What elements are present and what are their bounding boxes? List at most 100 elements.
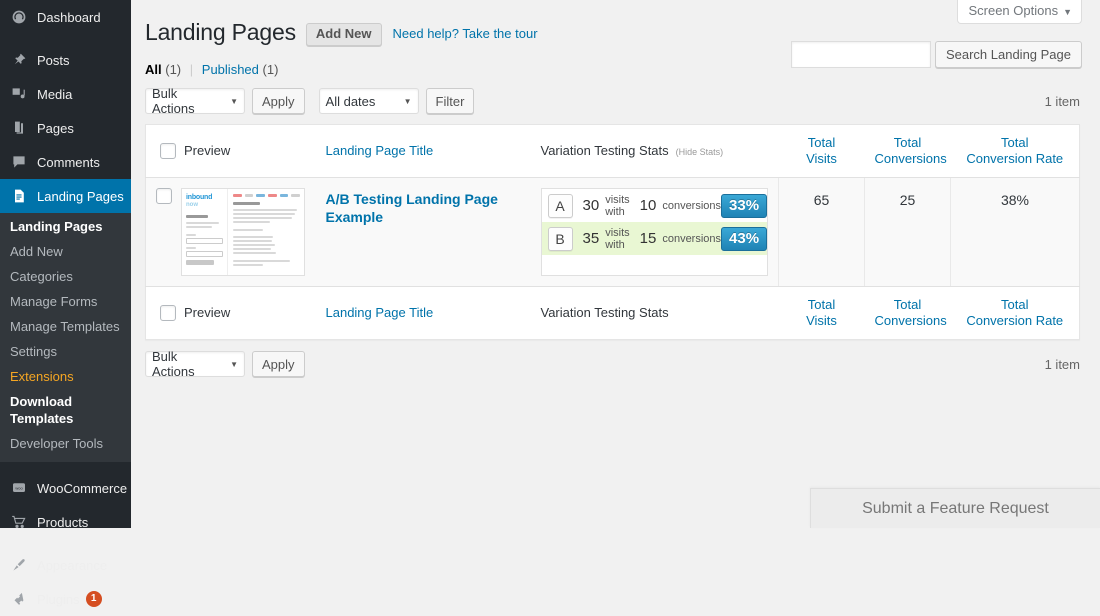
bulk-actions-select-bottom[interactable]: Bulk Actions ▼ <box>145 349 245 379</box>
column-header-total-conversions[interactable]: Total Conversions <box>864 124 951 178</box>
bulk-actions-value: Bulk Actions <box>152 86 195 116</box>
hide-stats-link[interactable]: (Hide Stats) <box>676 147 724 157</box>
submenu-item-extensions[interactable]: Extensions <box>0 364 131 389</box>
table-row: inbound now A/B Testing Landing Page Exa… <box>145 177 1080 287</box>
variation-mid-text: visits with <box>605 226 630 251</box>
sidebar-divider <box>0 34 131 43</box>
variation-conversions: 10 <box>639 197 657 214</box>
add-new-button[interactable]: Add New <box>305 23 382 46</box>
sidebar-label: Media <box>37 86 73 102</box>
table-footer-row: Preview Landing Page Title Variation Tes… <box>145 286 1080 340</box>
date-filter-value: All dates <box>325 93 376 109</box>
submenu-item-download-templates[interactable]: Download Templates <box>0 389 131 431</box>
sidebar-label: Products <box>37 514 89 530</box>
thumbnail-logo-line1: inbound <box>186 194 213 201</box>
plug-icon <box>10 590 28 608</box>
landing-page-title-link[interactable]: A/B Testing Landing Page Example <box>326 188 521 226</box>
footer-column-total-visits[interactable]: Total Visits <box>778 286 865 340</box>
footer-label-conv-2: Conversions <box>874 313 947 328</box>
column-header-title[interactable]: Landing Page Title <box>315 124 531 178</box>
filter-button[interactable]: Filter <box>425 88 475 114</box>
sidebar-item-media[interactable]: Media <box>0 77 131 111</box>
variation-visits: 30 <box>582 197 600 214</box>
sidebar-item-landing-pages[interactable]: Landing Pages <box>0 179 139 213</box>
column-label-conv-1: Total <box>893 135 922 150</box>
column-header-stats: Variation Testing Stats (Hide Stats) <box>530 124 779 178</box>
sidebar-item-products[interactable]: Products <box>0 505 131 539</box>
sidebar-divider <box>0 539 131 548</box>
variation-letter: A <box>547 193 573 218</box>
submenu-item-developer-tools[interactable]: Developer Tools <box>0 431 131 456</box>
search-submit-button[interactable]: Search Landing Page <box>934 41 1082 68</box>
media-icon <box>10 85 28 103</box>
variation-mid-text: visits with <box>605 193 630 218</box>
sidebar-label: Plugins <box>37 591 80 607</box>
table-foot: Preview Landing Page Title Variation Tes… <box>145 286 1080 340</box>
svg-text:woo: woo <box>15 485 23 490</box>
document-icon <box>10 187 28 205</box>
column-label-visits-1: Total <box>807 135 836 150</box>
variation-row-b: B 35 visits with 15 conversions 43% <box>541 222 768 255</box>
submenu-item-categories[interactable]: Categories <box>0 264 131 289</box>
filter-separator: | <box>189 62 194 77</box>
cell-preview: inbound now <box>145 177 316 287</box>
column-label-preview: Preview <box>184 143 231 158</box>
sidebar-label: Appearance <box>37 557 108 573</box>
main-content: Screen Options ▼ Landing Pages Add New Ne… <box>131 0 1100 528</box>
table-header-row: Preview Landing Page Title Variation Tes… <box>145 124 1080 178</box>
column-header-total-visits[interactable]: Total Visits <box>778 124 865 178</box>
chevron-down-icon: ▼ <box>230 97 238 106</box>
sidebar-label: Pages <box>37 120 74 136</box>
sidebar-item-pages[interactable]: Pages <box>0 111 131 145</box>
submenu-item-manage-forms[interactable]: Manage Forms <box>0 289 131 314</box>
footer-column-conversion-rate[interactable]: Total Conversion Rate <box>950 286 1080 340</box>
select-all-checkbox-top[interactable] <box>160 143 176 159</box>
thumbnail-nav-dots <box>233 194 301 197</box>
submit-feature-request-button[interactable]: Submit a Feature Request <box>810 488 1100 528</box>
column-header-conversion-rate[interactable]: Total Conversion Rate <box>950 124 1080 178</box>
submenu-item-settings[interactable]: Settings <box>0 339 131 364</box>
sidebar-item-woocommerce[interactable]: woo WooCommerce <box>0 471 131 505</box>
date-filter-select[interactable]: All dates ▼ <box>318 88 419 114</box>
take-the-tour-link[interactable]: Need help? Take the tour <box>393 26 538 41</box>
chevron-down-icon: ▼ <box>230 360 238 369</box>
submenu-item-landing-pages[interactable]: Landing Pages <box>0 214 131 239</box>
sidebar-item-comments[interactable]: Comments <box>0 145 131 179</box>
sidebar-item-posts[interactable]: Posts <box>0 43 131 77</box>
search-input[interactable] <box>790 41 931 68</box>
submenu-item-add-new[interactable]: Add New <box>0 239 131 264</box>
variation-end-text: conversions <box>662 199 722 212</box>
variation-rate-badge[interactable]: 43% <box>721 226 768 251</box>
sidebar-item-appearance[interactable]: Appearance <box>0 548 131 582</box>
landing-page-thumbnail[interactable]: inbound now <box>181 188 305 276</box>
sidebar-label: Posts <box>37 52 70 68</box>
sidebar-label: WooCommerce <box>37 480 128 496</box>
filter-published-link[interactable]: Published <box>202 62 259 77</box>
select-all-checkbox-bottom[interactable] <box>160 305 176 321</box>
footer-column-total-conversions[interactable]: Total Conversions <box>864 286 951 340</box>
row-checkbox[interactable] <box>156 188 172 204</box>
sidebar-label: Comments <box>37 154 100 170</box>
footer-column-stats: Variation Testing Stats <box>530 286 779 340</box>
cell-title: A/B Testing Landing Page Example <box>315 177 531 287</box>
screen-options-button[interactable]: Screen Options ▼ <box>957 0 1082 24</box>
submenu-item-manage-templates[interactable]: Manage Templates <box>0 314 131 339</box>
apply-button-top[interactable]: Apply <box>252 88 305 114</box>
bulk-actions-select-top[interactable]: Bulk Actions ▼ <box>145 86 245 116</box>
footer-column-title[interactable]: Landing Page Title <box>315 286 531 340</box>
sidebar-item-dashboard[interactable]: Dashboard <box>0 0 131 34</box>
table-head: Preview Landing Page Title Variation Tes… <box>145 124 1080 178</box>
cell-total-conversion-rate: 38% <box>950 177 1080 287</box>
apply-button-bottom[interactable]: Apply <box>252 351 305 377</box>
column-label-title: Landing Page Title <box>325 143 434 158</box>
variation-visits: 35 <box>582 230 600 247</box>
sidebar-label: Landing Pages <box>37 188 124 204</box>
filter-all-link[interactable]: All <box>145 62 162 77</box>
variation-rate-badge[interactable]: 33% <box>721 193 768 218</box>
sidebar-item-plugins[interactable]: Plugins 1 <box>0 582 131 616</box>
variation-conversions: 15 <box>639 230 657 247</box>
displaying-count-bottom: 1 item <box>1044 356 1080 372</box>
footer-label-title: Landing Page Title <box>325 305 434 320</box>
search-box: Search Landing Page <box>790 41 1082 68</box>
thumbnail-left-column: inbound now <box>182 189 228 275</box>
